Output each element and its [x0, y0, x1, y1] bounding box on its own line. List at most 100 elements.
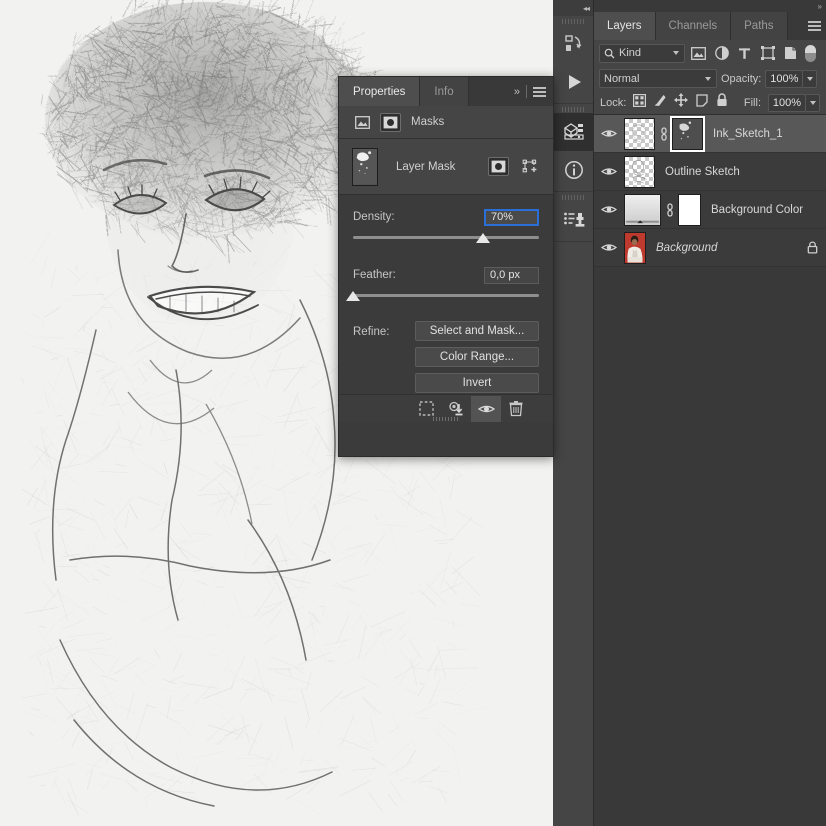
apply-mask-icon	[448, 401, 464, 417]
rail-group-layers	[553, 104, 593, 192]
layer-visibility-toggle[interactable]	[594, 242, 624, 253]
opacity-input[interactable]: 100%	[765, 70, 803, 88]
rail-item-info[interactable]	[553, 151, 594, 189]
layer-mask-thumbnail[interactable]	[672, 118, 703, 150]
layer-row-background[interactable]: Background	[594, 229, 826, 267]
layer-name: Background	[656, 242, 717, 254]
filter-type-layers[interactable]	[735, 44, 754, 63]
invert-button[interactable]: Invert	[415, 373, 539, 393]
layer-name: Outline Sketch	[665, 166, 740, 178]
layer-row-ink-sketch-1[interactable]: Ink_Sketch_1	[594, 115, 826, 153]
rail-item-actions[interactable]	[553, 25, 594, 63]
rail-item-layers[interactable]	[553, 113, 594, 151]
filter-kind-value: Kind	[619, 47, 641, 59]
panel-menu-icon[interactable]	[533, 87, 546, 97]
expand-arrows-icon[interactable]: »	[514, 86, 520, 98]
lock-artboard-button[interactable]	[695, 93, 709, 112]
eye-icon	[601, 166, 617, 177]
lock-all-button[interactable]	[716, 93, 728, 112]
chain-link-icon	[660, 127, 668, 141]
lock-transparency-button[interactable]	[633, 94, 646, 112]
opacity-stepper[interactable]	[803, 70, 817, 88]
filter-toggle-switch[interactable]	[805, 45, 816, 62]
rail-grip[interactable]	[553, 192, 593, 201]
rail-grip[interactable]	[553, 104, 593, 113]
layers-tab-strip: Layers Channels Paths	[594, 12, 826, 40]
feather-input[interactable]: 0,0 px	[484, 267, 539, 284]
layer-row-background-color[interactable]: Background Color	[594, 191, 826, 229]
panel-resize-grip[interactable]	[433, 417, 459, 421]
chevron-down-icon	[810, 101, 816, 105]
mask-thumbnail[interactable]	[352, 148, 378, 186]
layer-thumbnail[interactable]	[624, 232, 646, 264]
image-properties-button[interactable]	[352, 113, 373, 132]
feather-slider[interactable]	[353, 289, 539, 303]
select-and-mask-button[interactable]: Select and Mask...	[415, 321, 539, 341]
mask-properties-button[interactable]	[380, 113, 401, 132]
layer-list: Ink_Sketch_1 Outline Sketch Background C…	[594, 115, 826, 267]
chevron-down-icon	[705, 77, 711, 81]
gradient-fill-thumbnail	[625, 195, 660, 225]
fill-stepper[interactable]	[806, 94, 820, 112]
delete-mask-button[interactable]	[501, 396, 531, 422]
refine-label: Refine:	[353, 321, 415, 393]
layer-mask-thumbnail[interactable]	[678, 194, 701, 226]
layers-panel-collapse[interactable]: »	[594, 0, 826, 12]
filter-pixel-layers[interactable]	[689, 44, 708, 63]
filter-shape-layers[interactable]	[758, 44, 777, 63]
density-control: Density: 70%	[339, 207, 553, 245]
lock-image-button[interactable]	[653, 93, 667, 112]
layer-thumbnail[interactable]	[624, 156, 655, 188]
feather-slider-handle[interactable]	[346, 291, 360, 301]
dock-icon-rail: ◂◂	[553, 0, 594, 826]
color-range-button[interactable]: Color Range...	[415, 347, 539, 367]
fill-input[interactable]: 100%	[768, 94, 806, 112]
tab-paths[interactable]: Paths	[731, 12, 787, 40]
filter-smart-objects[interactable]	[781, 44, 800, 63]
blend-mode-select[interactable]: Normal	[599, 69, 717, 88]
layers-panel-menu-button[interactable]	[802, 12, 826, 40]
properties-body: Density: 70% Feather: 0,0 px Refine: Sel…	[339, 195, 553, 422]
masks-title: Masks	[411, 116, 444, 128]
rail-item-play[interactable]	[553, 63, 594, 101]
filter-kind-select[interactable]: Kind	[599, 44, 685, 63]
rail-grip[interactable]	[553, 16, 593, 25]
layer-thumbnail[interactable]	[624, 118, 655, 150]
divider	[526, 85, 527, 98]
tab-info[interactable]: Info	[420, 77, 468, 106]
properties-footer	[339, 394, 553, 422]
vector-mask-icon	[522, 159, 538, 174]
mask-properties-icon	[383, 116, 398, 129]
density-label: Density:	[353, 211, 395, 223]
rail-group-clone	[553, 192, 593, 242]
density-slider[interactable]	[353, 231, 539, 245]
density-input[interactable]: 70%	[484, 209, 539, 226]
layer-visibility-toggle[interactable]	[594, 128, 624, 139]
masks-header-row: Masks	[339, 106, 553, 139]
lock-position-icon	[674, 93, 688, 107]
layer-thumbnail[interactable]	[624, 194, 661, 226]
tab-properties[interactable]: Properties	[339, 77, 420, 106]
layer-visibility-toggle[interactable]	[594, 204, 624, 215]
toggle-mask-button[interactable]	[471, 396, 501, 422]
density-slider-handle[interactable]	[476, 233, 490, 243]
lock-row: Lock: Fill: 100%	[594, 91, 826, 115]
layer-thumbnail-content	[625, 119, 654, 149]
tab-layers[interactable]: Layers	[594, 12, 656, 40]
layers-icon	[562, 121, 586, 143]
mask-item-row: Layer Mask	[339, 139, 553, 195]
mask-link-icon[interactable]	[664, 203, 675, 217]
layer-row-outline-sketch[interactable]: Outline Sketch	[594, 153, 826, 191]
tab-channels[interactable]: Channels	[656, 12, 732, 40]
rail-group-actions	[553, 16, 593, 104]
vector-mask-button[interactable]	[519, 157, 540, 176]
mask-link-icon[interactable]	[658, 127, 669, 141]
lock-position-button[interactable]	[674, 93, 688, 112]
pixel-mask-button[interactable]	[488, 157, 509, 176]
trash-icon	[509, 401, 523, 417]
collapse-arrows-icon: ◂◂	[583, 4, 589, 13]
layer-visibility-toggle[interactable]	[594, 166, 624, 177]
rail-collapse-button[interactable]: ◂◂	[553, 0, 593, 16]
filter-adjustment-layers[interactable]	[712, 44, 731, 63]
rail-item-clone-source[interactable]	[553, 201, 594, 239]
